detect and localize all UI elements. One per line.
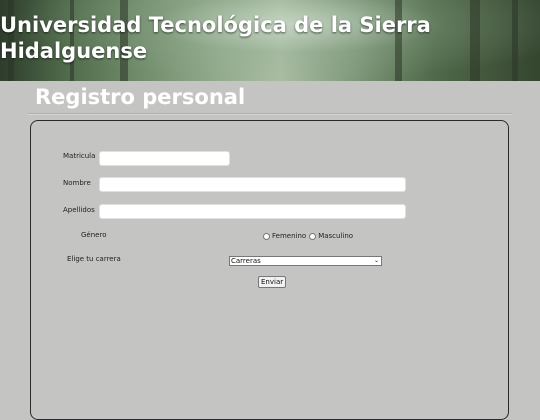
nombre-input[interactable] (99, 177, 406, 192)
apellidos-input[interactable] (99, 204, 406, 219)
chevron-down-icon: ⌄ (373, 257, 379, 264)
genero-radio-group: Femenino Masculino (263, 232, 353, 240)
matricula-label: Matricula (63, 152, 96, 160)
matricula-input[interactable] (99, 151, 230, 166)
genero-label: Género (81, 231, 107, 239)
femenino-radio-label: Femenino (272, 232, 307, 240)
nombre-label: Nombre (63, 179, 91, 187)
carrera-select-value: Carreras (231, 257, 261, 265)
masculino-radio-label: Masculino (318, 232, 354, 240)
submit-button[interactable]: Enviar (258, 276, 287, 288)
carrera-label: Elige tu carrera (67, 255, 121, 263)
masculino-radio[interactable] (309, 232, 317, 240)
header-banner: Universidad Tecnológica de la Sierra Hid… (0, 0, 540, 81)
heading-divider (28, 113, 512, 115)
page-title: Registro personal (35, 85, 246, 109)
carrera-select[interactable]: Carreras ⌄ (229, 256, 382, 266)
femenino-radio[interactable] (263, 232, 270, 240)
site-title: Universidad Tecnológica de la Sierra Hid… (0, 13, 431, 63)
apellidos-label: Apellidos (63, 206, 95, 214)
